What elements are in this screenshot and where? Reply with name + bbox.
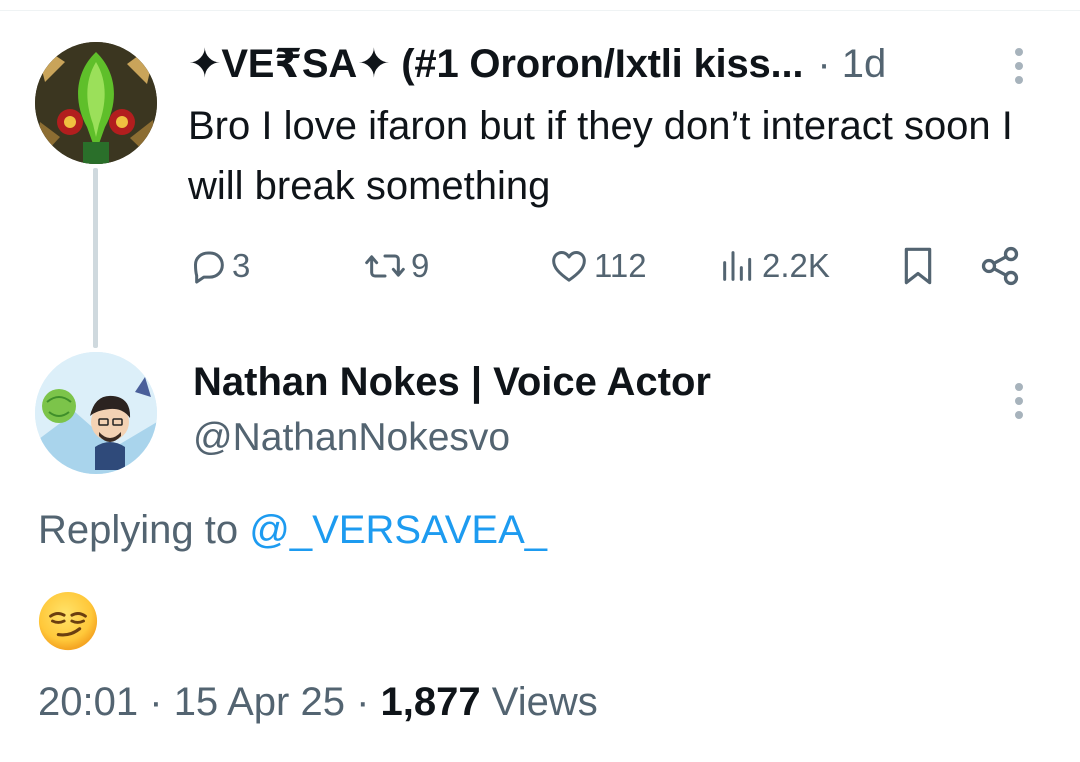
replying-to-label: Replying to bbox=[38, 508, 239, 552]
timestamp-separator: · bbox=[817, 41, 831, 86]
analytics-icon bbox=[723, 251, 752, 281]
reply-tweet-meta: 20:01 · 15 Apr 25 · 1,877 Views bbox=[38, 680, 598, 725]
parent-author-avatar[interactable] bbox=[35, 42, 157, 164]
parent-tweet-action-bar: 3 9 112 2.2K bbox=[188, 240, 1038, 292]
replying-to-line: Replying to @_VERSAVEA_ bbox=[38, 508, 547, 553]
heart-icon bbox=[552, 251, 586, 282]
parent-avatar-image bbox=[35, 42, 157, 164]
reply-more-options-button[interactable] bbox=[1013, 383, 1025, 419]
reply-views-label: Views bbox=[491, 680, 598, 724]
reply-count: 3 bbox=[232, 247, 251, 284]
reply-tweet-text bbox=[37, 590, 101, 654]
reply-icon bbox=[194, 251, 224, 284]
share-action[interactable] bbox=[978, 240, 1022, 292]
reply-avatar-image bbox=[35, 352, 157, 474]
parent-tweet-header: ✦VE₹SA✦ (#1 Ororon/Ixtli kiss... · 1d bbox=[188, 38, 886, 90]
top-divider bbox=[0, 10, 1080, 11]
bookmark-action[interactable] bbox=[898, 240, 938, 292]
parent-tweet-text: Bro I love ifaron but if they don’t inte… bbox=[188, 104, 1013, 208]
parent-tweet-time: 1d bbox=[841, 41, 887, 86]
share-icon bbox=[981, 246, 1019, 286]
like-action[interactable]: 112 bbox=[548, 240, 647, 292]
thread-connector-line bbox=[93, 168, 98, 348]
reply-tweet-date[interactable]: 15 Apr 25 bbox=[174, 680, 345, 724]
parent-author-name[interactable]: ✦VE₹SA✦ (#1 Ororon/Ixtli kiss... bbox=[188, 41, 804, 87]
parent-more-options-button[interactable] bbox=[1013, 48, 1025, 84]
reply-author-handle[interactable]: @NathanNokesvo bbox=[193, 416, 510, 460]
reply-views-count: 1,877 bbox=[380, 680, 481, 724]
parent-tweet-timestamp[interactable]: · 1d bbox=[817, 42, 886, 87]
views-action[interactable]: 2.2K bbox=[718, 240, 830, 292]
view-count: 2.2K bbox=[762, 247, 830, 284]
replying-to-mention[interactable]: @_VERSAVEA_ bbox=[249, 508, 547, 552]
reply-action[interactable]: 3 bbox=[188, 240, 250, 292]
repost-action[interactable]: 9 bbox=[363, 240, 429, 292]
reply-tweet-time[interactable]: 20:01 bbox=[38, 680, 138, 724]
reply-author-avatar[interactable] bbox=[35, 352, 157, 474]
reply-author-name[interactable]: Nathan Nokes | Voice Actor bbox=[193, 360, 711, 405]
repost-icon bbox=[365, 254, 405, 278]
like-count: 112 bbox=[594, 247, 647, 284]
repost-count: 9 bbox=[411, 247, 430, 284]
meta-separator: · bbox=[356, 680, 370, 724]
bookmark-icon bbox=[904, 247, 932, 285]
smirking-face-icon bbox=[38, 591, 98, 651]
meta-separator: · bbox=[149, 680, 163, 724]
